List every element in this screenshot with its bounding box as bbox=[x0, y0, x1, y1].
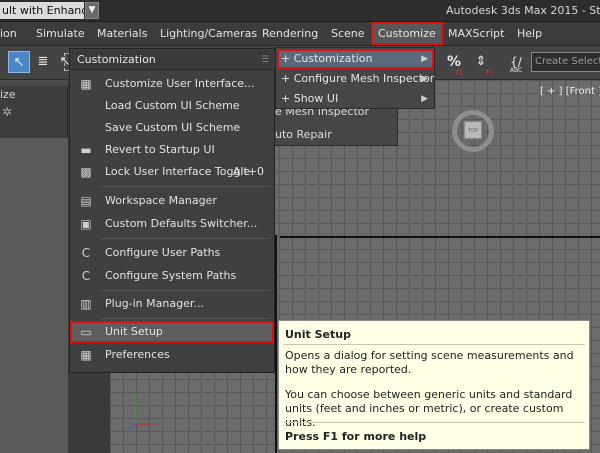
select-by-name-icon[interactable]: ≣ bbox=[32, 51, 54, 73]
chevron-right-icon: ▶ bbox=[421, 74, 428, 84]
flyout-divider bbox=[100, 186, 270, 187]
menu-rendering[interactable]: Rendering bbox=[262, 22, 318, 45]
menu-materials[interactable]: Materials bbox=[97, 22, 147, 45]
customize-ui-icon: ▦ bbox=[80, 77, 92, 91]
dropdown-item-label: + Customization bbox=[281, 52, 373, 65]
workspace-combo[interactable]: ult with Enhance bbox=[0, 2, 84, 19]
shortcut-label: Alt+0 bbox=[232, 165, 264, 178]
revert-ui-icon: ▬ bbox=[80, 143, 92, 157]
viewport-label[interactable]: [ + ] [Front ] [ bbox=[540, 86, 600, 97]
title-bar: ult with Enhance ▼ Autodesk 3ds Max 2015… bbox=[0, 0, 600, 22]
dropdown-item-label: + Configure Mesh Inspector bbox=[281, 72, 435, 85]
menu-scene[interactable]: Scene bbox=[331, 22, 365, 45]
named-selection-set-input[interactable]: Create Selection bbox=[531, 52, 600, 72]
flyout-item-label: Save Custom UI Scheme bbox=[105, 121, 241, 134]
menu-simulate[interactable]: Simulate bbox=[36, 22, 85, 45]
select-object-icon[interactable]: ↖ bbox=[8, 51, 30, 73]
axis-tripod-icon bbox=[127, 394, 154, 431]
flyout-item-label: Lock User Interface Toggle bbox=[105, 165, 251, 178]
chevron-right-icon: ▶ bbox=[421, 94, 428, 104]
flyout-item-plugin-manager[interactable]: ▥ Plug-in Manager... bbox=[70, 293, 274, 315]
flyout-item-save-ui[interactable]: Save Custom UI Scheme bbox=[70, 117, 274, 139]
gear-icon[interactable]: ✲ bbox=[2, 105, 16, 119]
flyout-divider bbox=[100, 318, 270, 319]
tooltip-divider bbox=[283, 422, 585, 423]
command-panel: ize ✲ bbox=[0, 80, 68, 453]
spinner-magnet-icon[interactable]: ∩ bbox=[482, 62, 496, 78]
menu-customize[interactable]: Customize bbox=[371, 22, 443, 45]
tooltip-divider bbox=[283, 344, 585, 345]
user-paths-icon: C bbox=[81, 246, 91, 260]
dropdown-item-customization[interactable]: + Customization ▶ bbox=[277, 49, 434, 69]
submenu-item-auto-repair[interactable]: uto Repair bbox=[275, 128, 332, 141]
flyout-item-system-paths[interactable]: C Configure System Paths bbox=[70, 265, 274, 287]
system-paths-icon: C bbox=[81, 269, 91, 283]
flyout-item-revert-ui[interactable]: ▬ Revert to Startup UI bbox=[70, 139, 274, 161]
flyout-item-workspace-manager[interactable]: ▤ Workspace Manager bbox=[70, 190, 274, 212]
workspace-icon: ▤ bbox=[80, 194, 92, 208]
customization-flyout: Customization ☰ ▦ Customize User Interfa… bbox=[69, 48, 275, 373]
dropdown-item-configure-mesh-inspector[interactable]: + Configure Mesh Inspector ▶ bbox=[277, 69, 434, 89]
magnet-icon[interactable]: ∩ bbox=[452, 62, 466, 78]
unit-setup-tooltip: Unit Setup Opens a dialog for setting sc… bbox=[278, 320, 590, 450]
flyout-divider bbox=[100, 290, 270, 291]
defaults-icon: ▣ bbox=[80, 217, 92, 231]
flyout-item-label: Load Custom UI Scheme bbox=[105, 99, 240, 112]
tooltip-description: Opens a dialog for setting scene measure… bbox=[285, 349, 574, 376]
menu-bar: ion Simulate Materials Lighting/Cameras … bbox=[0, 22, 600, 46]
customize-menu-dropdown: + Customization ▶ + Configure Mesh Inspe… bbox=[275, 47, 435, 109]
edit-named-selection-label: ABC bbox=[509, 67, 523, 74]
menu-animation[interactable]: ion bbox=[0, 22, 17, 45]
flyout-item-unit-setup[interactable]: ▭ Unit Setup bbox=[70, 321, 274, 343]
menu-lighting-cameras[interactable]: Lighting/Cameras bbox=[160, 22, 257, 45]
menu-maxscript[interactable]: MAXScript bbox=[448, 22, 504, 45]
flyout-item-label: Customize User Interface... bbox=[105, 77, 255, 90]
command-panel-list[interactable] bbox=[0, 138, 68, 453]
flyout-item-defaults-switcher[interactable]: ▣ Custom Defaults Switcher... bbox=[70, 213, 274, 235]
grip-icon[interactable]: ☰ bbox=[261, 55, 271, 65]
flyout-divider bbox=[100, 238, 270, 239]
tooltip-title: Unit Setup bbox=[285, 328, 351, 341]
flyout-item-lock-ui[interactable]: ▩ Lock User Interface Toggle Alt+0 bbox=[70, 161, 274, 183]
flyout-item-label: Preferences bbox=[105, 348, 170, 361]
flyout-item-label: Configure System Paths bbox=[105, 269, 237, 282]
viewport-home-grid-vertical bbox=[275, 235, 277, 453]
tooltip-description-extra: You can choose between generic units and… bbox=[285, 388, 573, 429]
lock-icon: ▩ bbox=[80, 165, 92, 179]
plugin-icon: ▥ bbox=[80, 297, 92, 311]
preferences-icon: ▦ bbox=[80, 348, 92, 362]
command-panel-label: ize bbox=[0, 88, 16, 101]
flyout-title: Customization ☰ bbox=[71, 50, 275, 70]
viewport-home-grid-horizontal bbox=[280, 236, 600, 238]
flyout-title-text: Customization bbox=[77, 53, 156, 66]
chevron-down-icon[interactable]: ▼ bbox=[85, 2, 99, 19]
flyout-item-label: Unit Setup bbox=[105, 325, 163, 338]
flyout-item-preferences[interactable]: ▦ Preferences bbox=[70, 344, 274, 366]
command-panel-header bbox=[0, 80, 68, 86]
window-title: Autodesk 3ds Max 2015 - Studen bbox=[446, 4, 600, 17]
flyout-item-label: Custom Defaults Switcher... bbox=[105, 217, 258, 230]
chevron-right-icon: ▶ bbox=[421, 54, 428, 64]
flyout-item-label: Plug-in Manager... bbox=[105, 297, 204, 310]
flyout-item-label: Revert to Startup UI bbox=[105, 143, 215, 156]
dropdown-item-label: + Show UI bbox=[281, 92, 339, 105]
flyout-item-customize-ui[interactable]: ▦ Customize User Interface... bbox=[70, 73, 274, 95]
ruler-icon: ▭ bbox=[80, 325, 92, 339]
flyout-item-load-ui[interactable]: Load Custom UI Scheme bbox=[70, 95, 274, 117]
flyout-item-user-paths[interactable]: C Configure User Paths bbox=[70, 242, 274, 264]
viewcube-icon[interactable]: TOP bbox=[464, 121, 482, 139]
dropdown-item-show-ui[interactable]: + Show UI ▶ bbox=[277, 89, 434, 109]
flyout-item-label: Configure User Paths bbox=[105, 246, 221, 259]
menu-help[interactable]: Help bbox=[517, 22, 542, 45]
tooltip-help-hint: Press F1 for more help bbox=[285, 430, 427, 443]
flyout-item-label: Workspace Manager bbox=[105, 194, 217, 207]
